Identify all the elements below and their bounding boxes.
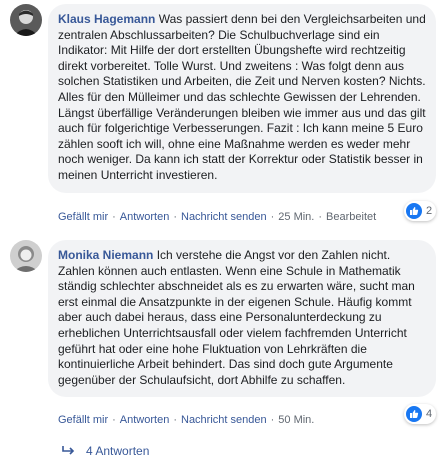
separator: · [173,211,177,223]
avatar-monika-niemann[interactable] [10,240,42,272]
comment-bubble: Klaus Hagemann Was passiert denn bei den… [48,4,436,193]
reply-link[interactable]: Antworten [120,211,170,223]
like-link[interactable]: Gefällt mir [58,211,108,223]
send-message-link[interactable]: Nachricht senden [181,211,267,223]
separator: · [270,414,275,426]
comment-text-wrapper: Monika Niemann Ich verstehe die Angst vo… [58,248,415,387]
separator: · [112,211,116,223]
comment-body: Ich verstehe die Angst vor den Zahlen ni… [58,248,415,387]
separator: · [318,211,323,223]
reply-link[interactable]: Antworten [120,414,170,426]
comment-body: Was passiert denn bei den Vergleichsarbe… [58,12,426,182]
thumbs-up-icon [406,406,422,422]
profile-photo-dark-icon [10,4,42,36]
edited-label: Bearbeitet [326,211,377,223]
comment-text-wrapper: Klaus Hagemann Was passiert denn bei den… [58,12,426,182]
comment-author[interactable]: Monika Niemann [58,248,153,262]
view-replies-link[interactable]: 4 Antworten [62,444,149,458]
separator: · [270,211,275,223]
separator: · [173,414,177,426]
reaction-count-badge[interactable]: 4 [404,404,437,424]
timestamp[interactable]: 50 Min. [278,414,314,426]
comment-bubble: Monika Niemann Ich verstehe die Angst vo… [48,240,436,398]
reaction-count: 2 [426,205,433,217]
profile-photo-light-icon [10,240,42,272]
timestamp[interactable]: 25 Min. [278,211,314,223]
send-message-link[interactable]: Nachricht senden [181,414,267,426]
reaction-count: 4 [426,408,433,420]
comment-author[interactable]: Klaus Hagemann [58,12,155,26]
comment-actions: Gefällt mir · Antworten · Nachricht send… [58,211,376,223]
like-link[interactable]: Gefällt mir [58,414,108,426]
reaction-count-badge[interactable]: 2 [404,201,437,221]
thumbs-up-icon [406,203,422,219]
replies-count-label[interactable]: 4 Antworten [86,444,149,458]
comment-actions: Gefällt mir · Antworten · Nachricht send… [58,414,314,426]
avatar-klaus-hagemann[interactable] [10,4,42,36]
reply-arrow-icon [62,446,75,455]
separator: · [112,414,116,426]
